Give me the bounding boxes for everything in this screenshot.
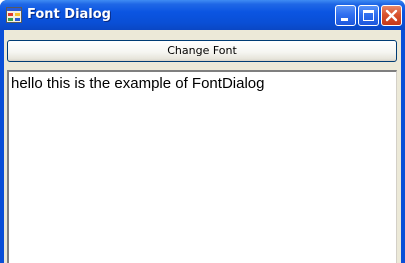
- close-icon: [385, 9, 398, 22]
- window-title: Font Dialog: [27, 7, 111, 22]
- maximize-icon: [363, 10, 374, 21]
- client-area: Change Font hello this is the example of…: [4, 30, 401, 263]
- maximize-button[interactable]: [358, 5, 379, 26]
- close-button[interactable]: [381, 5, 402, 26]
- text-display-area[interactable]: hello this is the example of FontDialog: [7, 70, 397, 263]
- app-window: Font Dialog Change Font hello this is th…: [0, 0, 405, 263]
- minimize-button[interactable]: [335, 5, 356, 26]
- change-font-button[interactable]: Change Font: [7, 40, 397, 62]
- sample-text: hello this is the example of FontDialog: [11, 75, 265, 92]
- form-icon: [6, 7, 22, 23]
- minimize-icon: [341, 18, 348, 21]
- title-bar[interactable]: Font Dialog: [0, 0, 405, 30]
